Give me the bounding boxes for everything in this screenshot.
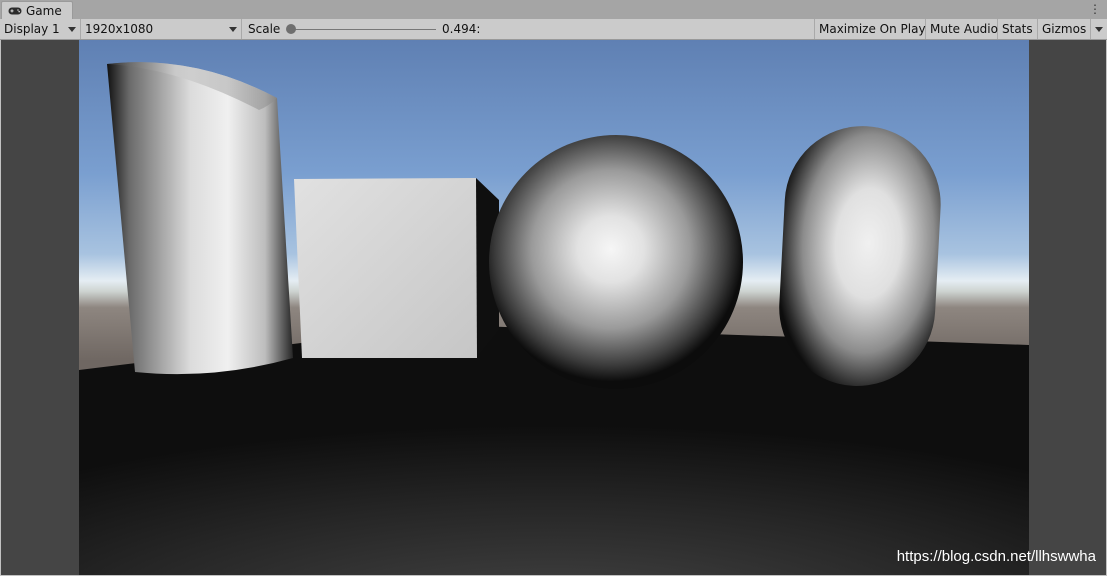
display-dropdown[interactable]: Display 1	[0, 19, 81, 39]
chevron-down-icon	[229, 27, 237, 32]
stats-toggle[interactable]: Stats	[998, 19, 1038, 39]
watermark-text: https://blog.csdn.net/llhswwha	[896, 548, 1096, 565]
resolution-label: 1920x1080	[85, 22, 154, 36]
gizmos-label: Gizmos	[1042, 22, 1087, 36]
game-toolbar: Display 1 1920x1080 Scale 0.494: Maximiz…	[0, 19, 1107, 40]
scale-slider-track[interactable]	[292, 29, 436, 30]
mute-audio-toggle[interactable]: Mute Audio	[926, 19, 998, 39]
tab-bar: Game ⋮	[0, 0, 1107, 20]
tab-label: Game	[26, 4, 62, 18]
scale-slider-thumb[interactable]	[286, 24, 296, 34]
maximize-on-play-toggle[interactable]: Maximize On Play	[815, 19, 926, 39]
maximize-on-play-label: Maximize On Play	[819, 22, 926, 36]
scale-value: 0.494:	[442, 22, 481, 36]
stats-label: Stats	[1002, 22, 1033, 36]
capsule-object	[779, 126, 941, 386]
tab-game[interactable]: Game	[1, 1, 73, 20]
game-render	[79, 40, 1029, 575]
game-viewport[interactable]: https://blog.csdn.net/llhswwha	[1, 40, 1106, 575]
gizmos-dropdown[interactable]	[1091, 19, 1107, 39]
cube-object	[294, 178, 499, 358]
chevron-down-icon	[1095, 27, 1103, 32]
sphere-object	[489, 135, 743, 389]
cylinder-object	[107, 62, 293, 375]
resolution-dropdown[interactable]: 1920x1080	[81, 19, 242, 39]
gizmos-toggle[interactable]: Gizmos	[1038, 19, 1091, 39]
display-label: Display 1	[4, 22, 60, 36]
game-window: Game ⋮ Display 1 1920x1080 Scale 0.494: …	[0, 0, 1107, 576]
mute-audio-label: Mute Audio	[930, 22, 998, 36]
more-options-icon[interactable]: ⋮	[1089, 2, 1101, 16]
chevron-down-icon	[68, 27, 76, 32]
gamepad-icon	[8, 7, 22, 15]
scale-label: Scale	[248, 22, 281, 36]
